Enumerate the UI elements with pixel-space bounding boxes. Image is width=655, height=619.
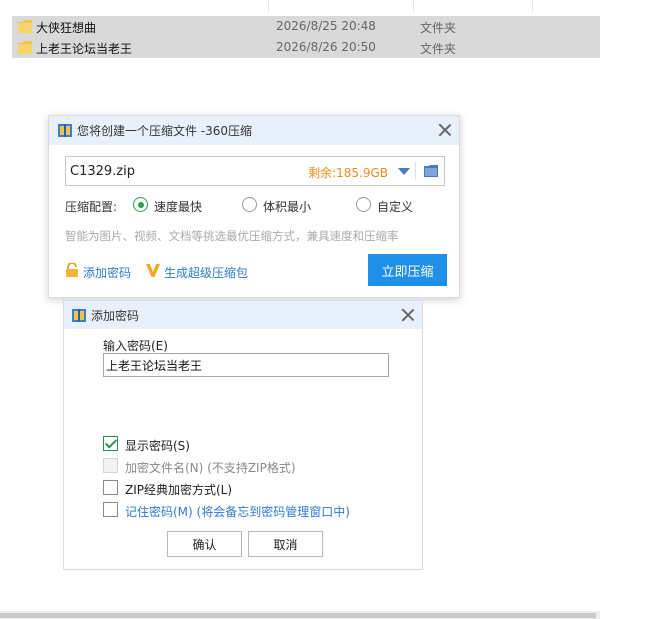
checkbox (103, 458, 118, 473)
browse-folder-icon[interactable] (424, 165, 438, 177)
password-dialog-title: 添加密码 (91, 309, 140, 323)
compress-dialog-title: 您将创建一个压缩文件 -360压缩 (77, 124, 253, 138)
free-space-label: 剩余:185.9GB (308, 166, 388, 180)
file-row[interactable]: 大侠狂想曲 2026/8/25 20:48 文件夹 (12, 16, 600, 37)
file-date: 2026/8/25 20:48 (276, 19, 376, 33)
checkbox[interactable] (103, 502, 118, 517)
folder-icon (18, 20, 32, 33)
file-type: 文件夹 (420, 42, 457, 56)
radio-label: 体积最小 (263, 200, 312, 214)
checkbox-label: 加密文件名(N) (不支持ZIP格式) (125, 461, 296, 475)
column-divider[interactable] (413, 0, 414, 12)
archive-filename[interactable]: C1329.zip (70, 164, 135, 179)
checkbox[interactable] (103, 436, 118, 451)
compress-hint: 智能为图片、视频、文档等挑选最优压缩方式，兼具速度和压缩率 (65, 229, 399, 243)
compress-now-button[interactable]: 立即压缩 (368, 254, 447, 286)
file-row[interactable]: 上老王论坛当老王 2026/8/26 20:50 文件夹 (12, 37, 600, 58)
password-input[interactable] (103, 353, 389, 377)
file-name: 大侠狂想曲 (36, 21, 97, 35)
scrollbar-thumb[interactable] (0, 613, 596, 618)
divider (415, 162, 416, 180)
compress-dialog-titlebar[interactable]: 您将创建一个压缩文件 -360压缩 (49, 116, 459, 145)
radio-button[interactable] (356, 197, 371, 212)
cancel-button[interactable]: 取消 (248, 531, 323, 557)
close-icon[interactable] (438, 123, 452, 137)
chevron-down-icon[interactable] (398, 168, 410, 175)
radio-label: 自定义 (377, 200, 414, 214)
add-password-dialog: 添加密码 输入密码(E) 显示密码(S) 加密文件名(N) (不支持ZIP格式)… (63, 300, 423, 570)
right-blank-panel (600, 0, 655, 619)
archive-path-field[interactable]: C1329.zip 剩余:185.9GB (65, 156, 445, 186)
password-dialog-titlebar[interactable]: 添加密码 (64, 301, 422, 329)
radio-label: 速度最快 (154, 200, 203, 214)
checkbox-label: 记住密码(M) (将会备忘到密码管理窗口中) (125, 505, 350, 519)
column-divider[interactable] (532, 0, 533, 12)
folder-icon (18, 41, 32, 54)
super-archive-label[interactable]: 生成超级压缩包 (164, 264, 248, 281)
password-input-label: 输入密码(E) (103, 339, 168, 353)
lock-icon (66, 263, 78, 277)
compress-dialog: 您将创建一个压缩文件 -360压缩 C1329.zip 剩余:185.9GB 压… (48, 115, 460, 298)
checkbox[interactable] (103, 480, 118, 495)
add-password-label[interactable]: 添加密码 (83, 264, 131, 281)
compress-config-label: 压缩配置: (65, 200, 118, 214)
archive-app-icon (58, 124, 72, 137)
file-date: 2026/8/26 20:50 (276, 40, 376, 54)
confirm-button[interactable]: 确认 (167, 531, 242, 557)
horizontal-scrollbar[interactable] (0, 611, 600, 619)
checkbox-label: ZIP经典加密方式(L) (125, 483, 233, 497)
file-name: 上老王论坛当老王 (36, 42, 133, 56)
close-icon[interactable] (401, 308, 415, 322)
radio-button[interactable] (242, 197, 257, 212)
radio-button[interactable] (133, 197, 148, 212)
column-divider[interactable] (268, 0, 269, 12)
archive-app-icon (72, 309, 86, 322)
v-badge-icon (146, 264, 160, 277)
checkbox-label: 显示密码(S) (125, 439, 190, 453)
file-type: 文件夹 (420, 21, 457, 35)
